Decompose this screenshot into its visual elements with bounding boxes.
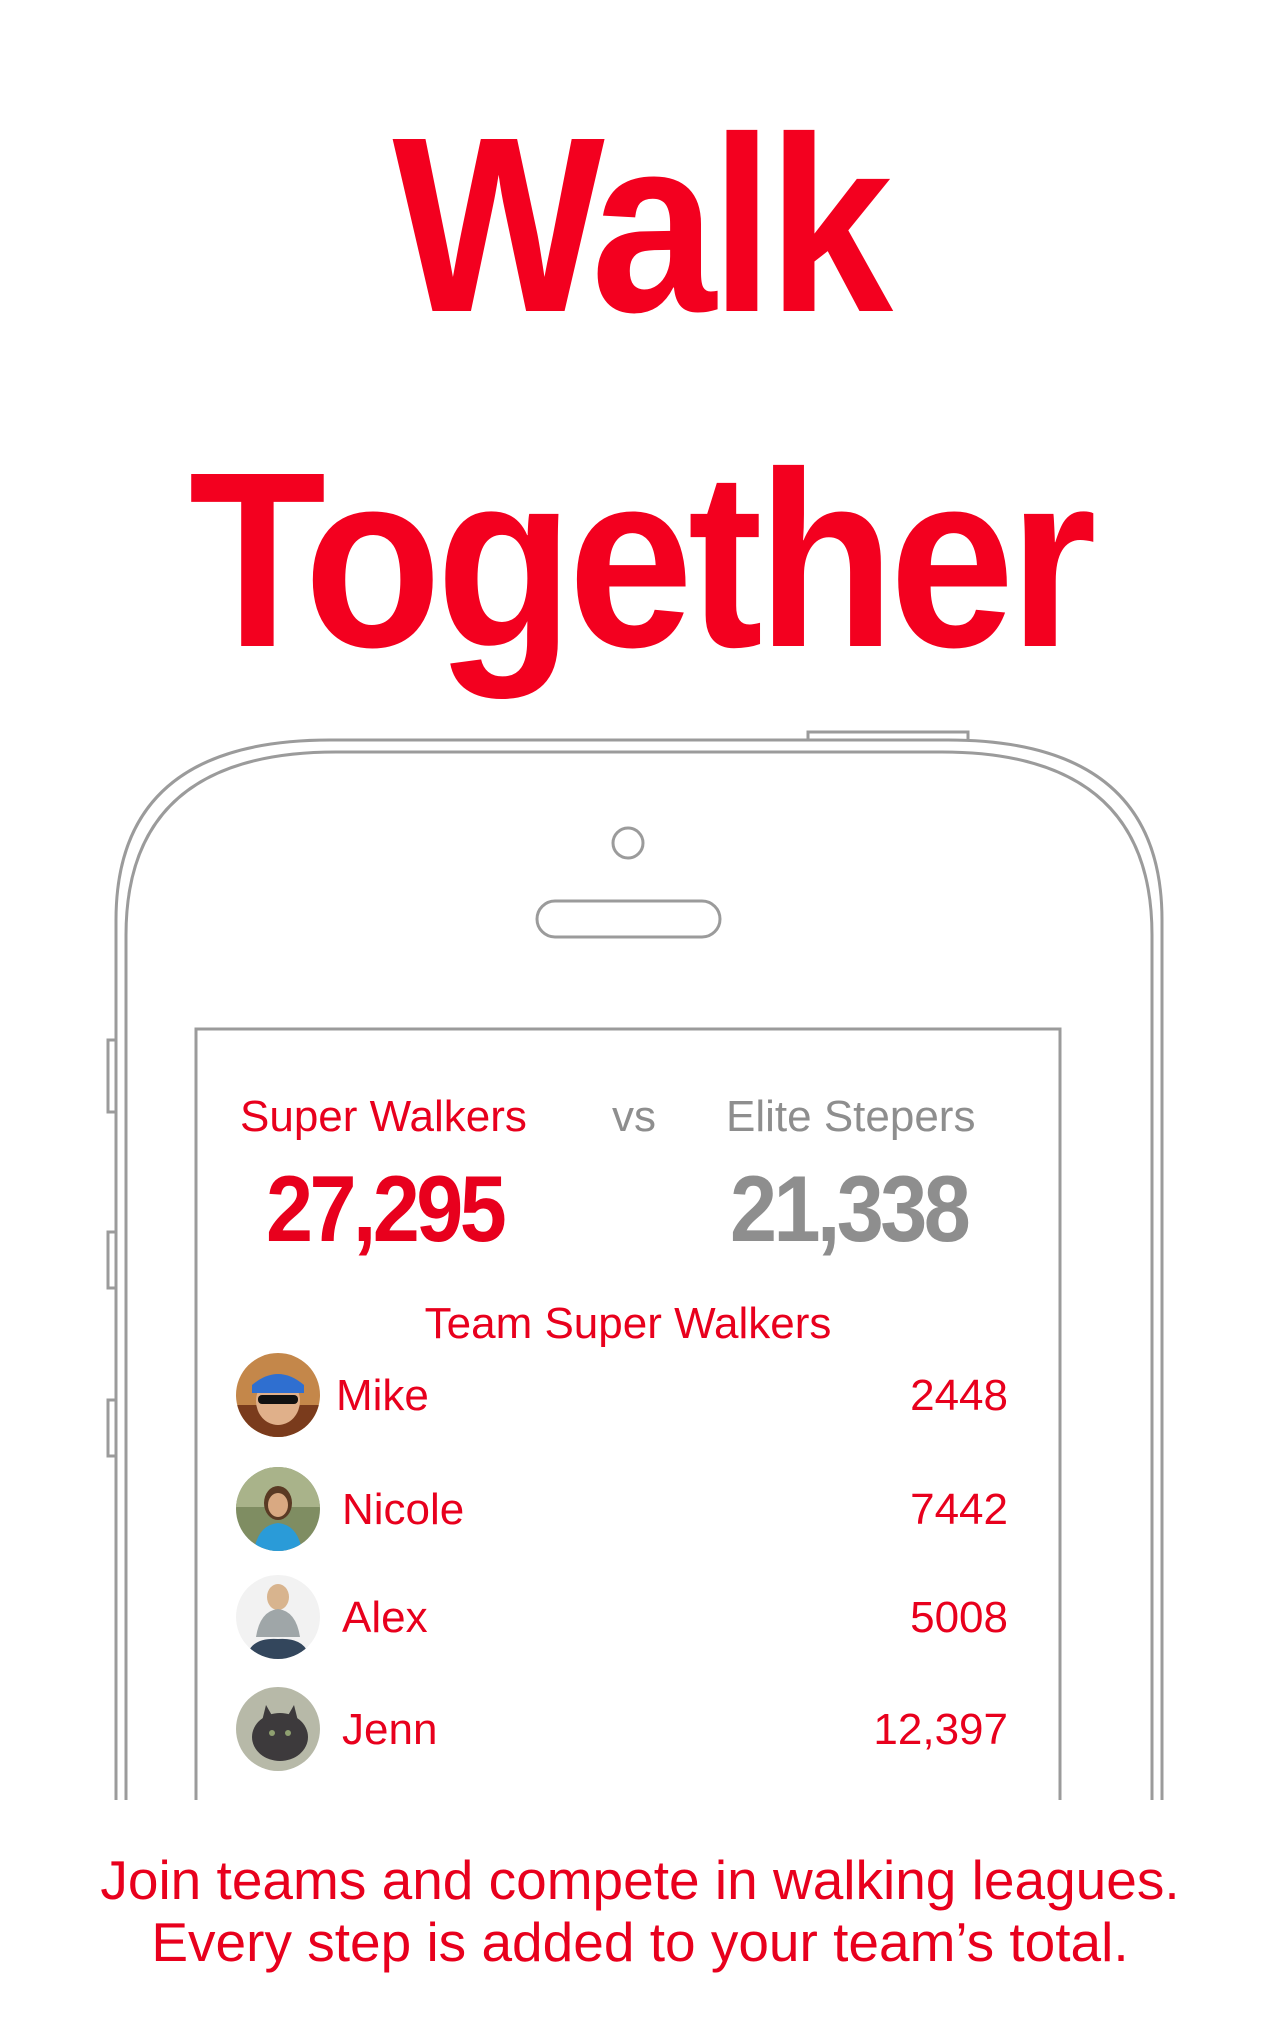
tagline-line-1: Join teams and compete in walking league… (100, 1849, 1180, 1911)
member-steps: 12,397 (873, 1705, 1008, 1754)
member-steps: 5008 (910, 1593, 1008, 1642)
member-name: Mike (336, 1371, 429, 1420)
roster-title: Team Super Walkers (424, 1299, 832, 1348)
vs-label: vs (612, 1092, 656, 1141)
list-item-alex[interactable]: Alex 5008 (236, 1575, 1008, 1661)
team-a-name[interactable]: Super Walkers (240, 1092, 527, 1142)
member-name: Jenn (342, 1705, 438, 1754)
list-item-jenn[interactable]: Jenn 12,397 (236, 1687, 1008, 1773)
avatar (236, 1353, 320, 1437)
tagline-line-2: Every step is added to your team’s total… (151, 1911, 1129, 1973)
list-item-mike[interactable]: Mike 2448 (236, 1353, 1008, 1439)
phone-screen: Super Walkers vs Elite Stepers 27,295 21… (196, 1029, 1060, 1799)
member-steps: 7442 (910, 1485, 1008, 1534)
member-name: Alex (342, 1593, 428, 1642)
member-name: Nicole (342, 1485, 465, 1534)
team-b-score: 21,338 (730, 1156, 971, 1261)
list-item-nicole[interactable]: Nicole 7442 (236, 1467, 1008, 1553)
avatar (236, 1467, 320, 1551)
team-b-name[interactable]: Elite Stepers (726, 1092, 975, 1142)
team-a-score: 27,295 (266, 1156, 507, 1261)
avatar (236, 1575, 320, 1659)
avatar (236, 1687, 320, 1771)
member-steps: 2448 (910, 1371, 1008, 1420)
